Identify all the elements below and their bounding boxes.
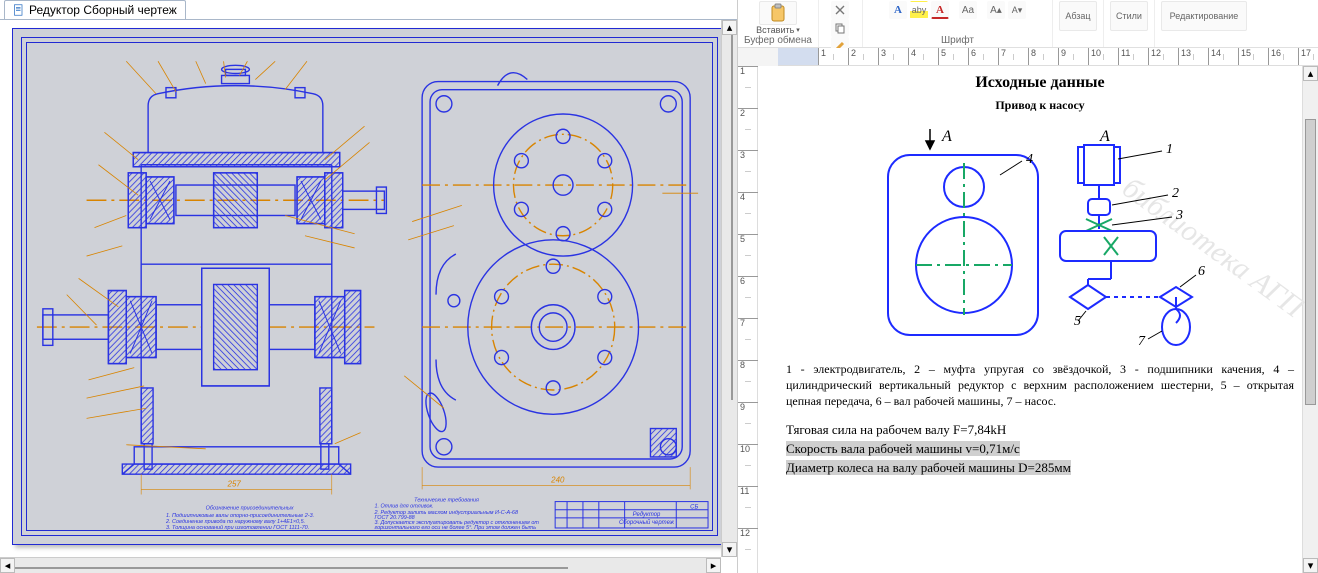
svg-text:Редуктор: Редуктор xyxy=(633,512,661,518)
svg-text:2: 2 xyxy=(1172,186,1179,201)
param-diam: Диаметр колеса на валу рабочей машины D=… xyxy=(786,460,1294,476)
ribbon-group-styles: Стили xyxy=(1104,0,1155,47)
cad-tabbar: Редуктор Сборный чертеж xyxy=(0,0,737,20)
svg-text:1: 1 xyxy=(1166,142,1173,157)
copy-icon xyxy=(834,22,846,34)
svg-text:3: 3 xyxy=(1175,208,1183,223)
paste-button[interactable] xyxy=(759,1,797,25)
styles-button[interactable]: Стили xyxy=(1110,1,1148,31)
cad-hscroll[interactable]: ◂ ▸ xyxy=(0,557,721,573)
highlight-button[interactable]: aby xyxy=(910,1,928,19)
shrink-font-button[interactable]: A▾ xyxy=(1008,1,1026,19)
paste-icon xyxy=(768,3,788,23)
svg-text:Обозначение присоединительных: Обозначение присоединительных xyxy=(206,506,294,512)
cut-button[interactable] xyxy=(831,1,849,19)
hruler[interactable]: 1234567891011121314151617 xyxy=(778,48,1318,66)
svg-text:А: А xyxy=(1099,128,1110,145)
param-speed: Скорость вала рабочей машины v=0,71м/с xyxy=(786,441,1294,457)
page[interactable]: библиотека АГП Исходные данные Привод к … xyxy=(758,66,1302,573)
ribbon-group-clipboard: Вставить▾ Буфер обмена xyxy=(738,0,819,47)
svg-text:240: 240 xyxy=(550,475,565,484)
rulers: 1234567891011121314151617 xyxy=(738,48,1318,66)
word-vscroll[interactable]: ▴ ▾ xyxy=(1302,66,1318,573)
editing-button[interactable]: Редактирование xyxy=(1161,1,1247,31)
params: Тяговая сила на рабочем валу F=7,84kH Ск… xyxy=(786,422,1294,476)
param-force: Тяговая сила на рабочем валу F=7,84kH xyxy=(786,422,1294,438)
drawing-sheet[interactable]: 257 xyxy=(12,28,727,545)
vruler[interactable]: 123456789101112 xyxy=(738,66,758,573)
svg-text:7: 7 xyxy=(1138,334,1146,349)
page-title: Исходные данные xyxy=(786,74,1294,92)
scroll-up-icon[interactable]: ▴ xyxy=(1303,66,1318,81)
svg-text:4: 4 xyxy=(1026,152,1033,167)
change-case-button[interactable]: Aa xyxy=(959,1,977,19)
cut-icon xyxy=(834,4,846,16)
paragraph-button[interactable]: Абзац xyxy=(1059,1,1097,31)
scroll-left-icon[interactable]: ◂ xyxy=(0,558,15,573)
legend: 1 - электродвигатель, 2 – муфта упругая … xyxy=(786,361,1294,410)
ribbon-group-font: A aby A Aa A▴ A▾ Шрифт xyxy=(863,0,1053,47)
page-subtitle: Привод к насосу xyxy=(786,98,1294,113)
ribbon-group-paragraph: Абзац xyxy=(1053,0,1104,47)
ribbon-group-edit: Редактирование xyxy=(1155,0,1253,47)
ribbon-label-clipboard: Буфер обмена xyxy=(744,35,812,47)
cad-vscroll[interactable]: ▴ ▾ xyxy=(721,20,737,557)
scroll-right-icon[interactable]: ▸ xyxy=(706,558,721,573)
cad-tab-reducer[interactable]: Редуктор Сборный чертеж xyxy=(4,0,186,19)
drawing-frame: 257 xyxy=(21,37,718,536)
cad-tab-label: Редуктор Сборный чертеж xyxy=(29,3,177,17)
ribbon: Вставить▾ Буфер обмена A aby A Aa xyxy=(738,0,1318,48)
word-pane: Вставить▾ Буфер обмена A aby A Aa xyxy=(738,0,1318,573)
svg-text:5: 5 xyxy=(1074,314,1081,329)
svg-text:3. Толщина оснований при изгот: 3. Толщина оснований при изготовлении ГО… xyxy=(166,524,309,530)
drawing-inner: 257 xyxy=(26,42,713,531)
ribbon-label-font: Шрифт xyxy=(941,35,974,47)
font-color2-button[interactable]: A xyxy=(889,1,907,19)
font-color-button[interactable]: A xyxy=(931,1,949,19)
copy-button[interactable] xyxy=(831,19,849,37)
svg-text:Сборочный чертеж: Сборочный чертеж xyxy=(619,519,675,526)
svg-text:6: 6 xyxy=(1198,264,1205,279)
svg-text:А: А xyxy=(941,128,952,145)
scroll-down-icon[interactable]: ▾ xyxy=(1303,558,1318,573)
svg-text:257: 257 xyxy=(227,479,242,488)
paste-label: Вставить xyxy=(756,25,794,35)
document-icon xyxy=(13,4,25,16)
scroll-down-icon[interactable]: ▾ xyxy=(722,542,737,557)
doc-area: 123456789101112 библиотека АГП Исходные … xyxy=(738,66,1318,573)
scroll-up-icon[interactable]: ▴ xyxy=(722,20,737,35)
ribbon-format-painter xyxy=(819,0,863,47)
grow-font-button[interactable]: A▴ xyxy=(987,1,1005,19)
cad-pane: Редуктор Сборный чертеж xyxy=(0,0,738,573)
cad-drawing: 257 xyxy=(27,43,712,530)
svg-text:горизонтального его оси не бол: горизонтального его оси не более 5°. При… xyxy=(374,525,536,530)
svg-text:СБ: СБ xyxy=(690,505,698,511)
scheme: А А 4 1 2 xyxy=(860,119,1220,349)
